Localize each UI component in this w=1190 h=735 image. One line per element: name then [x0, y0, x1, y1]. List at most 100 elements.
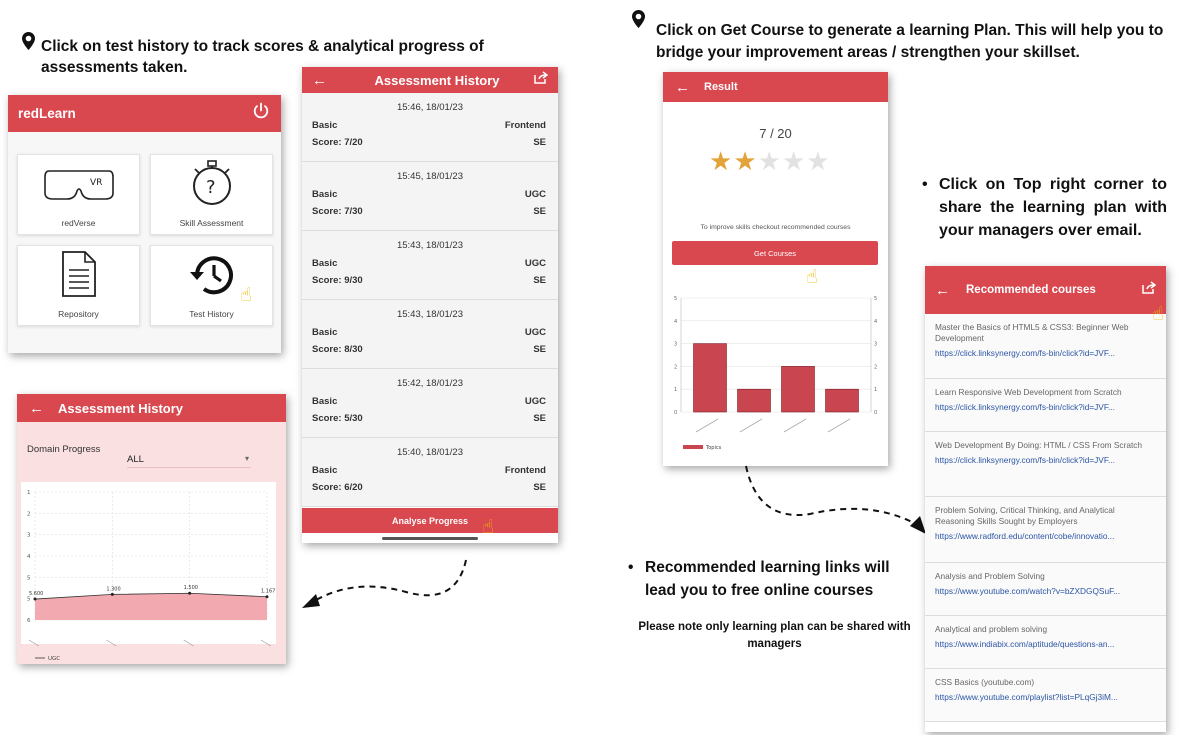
- power-icon[interactable]: [251, 101, 271, 126]
- star-empty-icon: ★: [781, 146, 806, 176]
- caption-get-course: Click on Get Course to generate a learni…: [656, 22, 1164, 61]
- x-tick-label: [739, 418, 763, 433]
- row-level: Basic: [312, 465, 338, 476]
- vr-headset-icon: VR: [43, 165, 115, 208]
- legend-swatch: [683, 445, 703, 449]
- bar: [693, 343, 727, 413]
- course-item[interactable]: Analysis and Problem Solving https://www…: [925, 563, 1166, 616]
- tile-redverse[interactable]: VR redVerse: [17, 154, 140, 235]
- course-link[interactable]: https://www.youtube.com/watch?v=bZXDGQSu…: [935, 586, 1156, 596]
- y-tick-label-right: 4: [874, 319, 877, 325]
- data-label: 5.600: [29, 591, 43, 597]
- history-row[interactable]: 15:42, 18/01/23 Basic UGC Score: 5/30 SE: [302, 369, 558, 438]
- course-link[interactable]: https://click.linksynergy.com/fs-bin/cli…: [935, 348, 1156, 358]
- y-tick-label: 2: [27, 511, 31, 517]
- home-header: redLearn: [8, 95, 281, 132]
- course-item[interactable]: Web Development By Doing: HTML / CSS Fro…: [925, 432, 1166, 497]
- y-tick-label: 3: [27, 533, 31, 539]
- domain-select-value: ALL: [127, 454, 144, 465]
- course-link[interactable]: https://click.linksynergy.com/fs-bin/cli…: [935, 402, 1156, 412]
- analyse-progress-button[interactable]: Analyse Progress: [302, 508, 558, 533]
- chevron-down-icon: ▾: [244, 454, 249, 463]
- course-title: CSS Basics (youtube.com): [935, 677, 1035, 687]
- share-icon[interactable]: [1141, 281, 1157, 299]
- pointer-hand-icon: ☝: [1152, 304, 1164, 325]
- recommended-header: ← Recommended courses: [925, 266, 1166, 314]
- course-link[interactable]: https://www.indiabix.com/aptitude/questi…: [935, 639, 1156, 649]
- y-tick-label: 5: [27, 575, 31, 581]
- result-screen: ← Result 7 / 20 ★ ★ ★ ★ ★ To improve skills …: [663, 72, 888, 466]
- y-tick-label-right: 1: [874, 387, 877, 393]
- bar: [825, 388, 859, 413]
- row-code: SE: [533, 275, 546, 286]
- progress-screen: ← Assessment History Domain Progress ALL…: [17, 394, 286, 664]
- row-level: Basic: [312, 258, 338, 269]
- row-score: Score: 6/20: [312, 482, 363, 493]
- course-link[interactable]: https://www.youtube.com/playlist?list=PL…: [935, 692, 1156, 702]
- y-tick-label: 1: [674, 387, 677, 393]
- history-row[interactable]: 15:45, 18/01/23 Basic UGC Score: 7/30 SE: [302, 162, 558, 231]
- tile-skill-assessment[interactable]: ? Skill Assessment: [150, 154, 273, 235]
- course-item[interactable]: Master the Basics of HTML5 & CSS3: Begin…: [925, 314, 1166, 379]
- row-score: Score: 8/30: [312, 344, 363, 355]
- star-filled-icon: ★: [709, 146, 733, 176]
- history-row[interactable]: 15:43, 18/01/23 Basic UGC Score: 8/30 SE: [302, 300, 558, 369]
- recommended-screen: ← Recommended courses Master the Basics …: [925, 266, 1166, 732]
- result-title: Result: [704, 81, 738, 93]
- domain-select[interactable]: ALL ▾: [127, 454, 251, 468]
- course-item[interactable]: Problem Solving, Critical Thinking, and …: [925, 497, 1166, 563]
- row-level: Basic: [312, 396, 338, 407]
- row-time: 15:42, 18/01/23: [396, 378, 464, 389]
- y-tick-label: 5: [674, 296, 677, 302]
- back-arrow-icon[interactable]: ←: [675, 79, 690, 96]
- course-title: Analysis and Problem Solving: [935, 571, 1045, 581]
- y-tick-label: 2: [674, 364, 677, 370]
- tile-repository[interactable]: Repository: [17, 245, 140, 326]
- row-domain: UGC: [524, 396, 546, 407]
- course-link[interactable]: https://click.linksynergy.com/fs-bin/cli…: [935, 455, 1156, 465]
- bullet: •: [628, 559, 634, 576]
- y-tick-label-right: 5: [874, 296, 877, 302]
- course-title: Problem Solving, Critical Thinking, and …: [935, 505, 1115, 526]
- row-score: Score: 5/30: [312, 413, 363, 424]
- row-code: SE: [533, 482, 546, 493]
- row-time: 15:43, 18/01/23: [396, 240, 464, 251]
- back-arrow-icon[interactable]: ←: [935, 282, 950, 299]
- back-arrow-icon[interactable]: ←: [312, 72, 327, 89]
- row-domain: Frontend: [504, 120, 546, 131]
- topics-bar-chart: 0 0 1 1 2 2 3 3 4 4 5 5 Topics: [674, 296, 877, 451]
- history-title: Assessment History: [374, 72, 500, 88]
- star-empty-icon: ★: [757, 146, 781, 176]
- history-row[interactable]: 15:46, 18/01/23 Basic Frontend Score: 7/…: [302, 93, 558, 162]
- row-code: SE: [533, 137, 546, 148]
- course-item[interactable]: Analytical and problem solving https://w…: [925, 616, 1166, 669]
- document-icon: [60, 250, 98, 303]
- home-indicator: [382, 537, 478, 540]
- course-item[interactable]: CSS Basics (youtube.com) https://www.you…: [925, 669, 1166, 722]
- history-header: ← Assessment History: [302, 67, 558, 93]
- get-courses-button[interactable]: Get Courses: [672, 241, 878, 265]
- history-row[interactable]: 15:40, 18/01/23 Basic Frontend Score: 6/…: [302, 438, 558, 507]
- caption-links-text: Recommended learning links will lead you…: [645, 559, 890, 599]
- share-icon[interactable]: [533, 71, 549, 89]
- row-code: SE: [533, 206, 546, 217]
- tile-label-redverse: redVerse: [61, 218, 96, 228]
- row-code: SE: [533, 413, 546, 424]
- result-score: 7 / 20: [759, 126, 792, 141]
- tile-label-repository: Repository: [58, 309, 99, 319]
- history-list: 15:46, 18/01/23 Basic Frontend Score: 7/…: [302, 93, 558, 507]
- pointer-hand-icon: ☝: [806, 267, 818, 288]
- row-score: Score: 7/20: [312, 137, 363, 148]
- course-link[interactable]: https://www.radford.edu/content/cobe/inn…: [935, 531, 1156, 541]
- y-tick-label: 3: [674, 342, 677, 348]
- tile-test-history[interactable]: Test History: [150, 245, 273, 326]
- course-item[interactable]: Learn Responsive Web Development from Sc…: [925, 379, 1166, 432]
- caption-share: • Click on Top right corner to share the…: [922, 173, 1167, 242]
- y-tick-label-right: 2: [874, 364, 877, 370]
- row-domain: UGC: [524, 189, 546, 200]
- history-row[interactable]: 15:43, 18/01/23 Basic UGC Score: 9/30 SE: [302, 231, 558, 300]
- y-tick-label: 1: [27, 490, 31, 496]
- back-arrow-icon[interactable]: ←: [29, 400, 44, 417]
- tile-label-skill-assessment: Skill Assessment: [179, 218, 244, 228]
- domain-progress-label: Domain Progress: [27, 444, 101, 455]
